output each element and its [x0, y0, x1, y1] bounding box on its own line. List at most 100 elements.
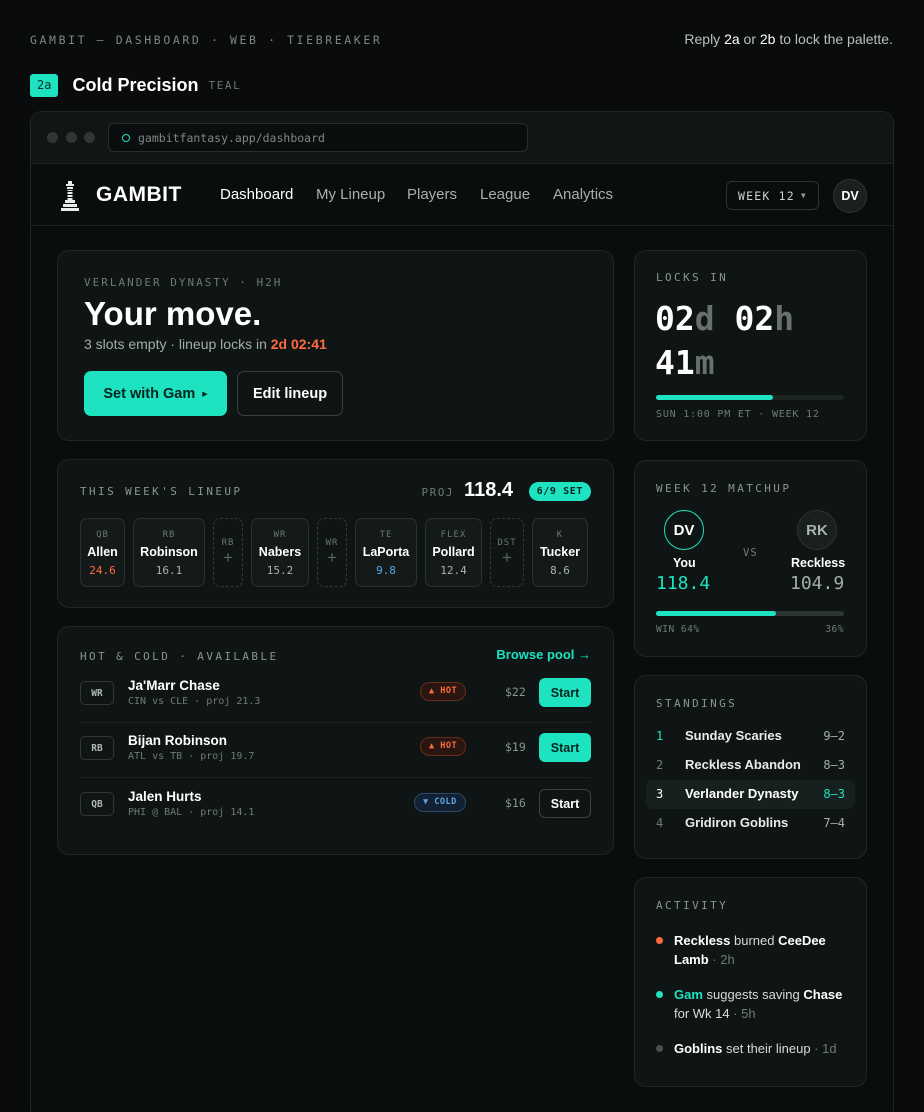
hot-cold-card: HOT & COLD · AVAILABLE Browse pool → WR …: [57, 626, 614, 855]
nav-my-lineup[interactable]: My Lineup: [316, 186, 385, 203]
lineup-slot-te[interactable]: TE LaPorta 9.8: [355, 518, 417, 587]
matchup-card: WEEK 12 MATCHUP DV You 118.4 VS RK Reckl…: [634, 460, 867, 657]
lock-time-footer: SUN 1:00 PM ET · WEEK 12: [656, 409, 820, 420]
player-row[interactable]: RB Bijan Robinson ATL vs TB · proj 19.7 …: [80, 723, 591, 778]
lineup-label: THIS WEEK'S LINEUP: [80, 485, 243, 498]
url-text: gambitfantasy.app/dashboard: [138, 130, 325, 145]
standings-label: STANDINGS: [656, 697, 738, 710]
league-eyebrow: VERLANDER DYNASTY · H2H: [84, 276, 283, 289]
edit-lineup-button[interactable]: Edit lineup: [237, 371, 343, 416]
opponent-score: 104.9: [790, 573, 845, 594]
week-selector[interactable]: WEEK 12 ▼: [726, 181, 819, 210]
player-row[interactable]: WR Ja'Marr Chase CIN vs CLE · proj 21.3 …: [80, 668, 591, 723]
activity-item: Gam suggests saving Chase for Wk 14 · 5h: [656, 985, 846, 1023]
hero-subtitle: 3 slots empty · lineup locks in 2d 02:41: [84, 336, 327, 352]
start-button[interactable]: Start: [539, 733, 591, 762]
player-info: CIN vs CLE · proj 21.3: [128, 696, 261, 707]
hero-card: VERLANDER DYNASTY · H2H Your move. 3 slo…: [57, 250, 614, 441]
player-price: $22: [505, 685, 526, 699]
reply-option-b: 2b: [759, 31, 776, 47]
reply-option-a: 2a: [724, 31, 740, 47]
projection: PROJ 118.4: [421, 479, 513, 501]
lineup-slot-flex[interactable]: FLEX Pollard 12.4: [425, 518, 482, 587]
position-chip: RB: [80, 736, 114, 760]
nav-analytics[interactable]: Analytics: [553, 186, 613, 203]
locks-label: LOCKS IN: [656, 271, 729, 284]
lineup-slots: QB Allen 24.6 RB Robinson 16.1 RB + WR Nabers 1…: [80, 518, 588, 587]
secure-icon: [122, 133, 130, 142]
my-team-name: You: [673, 556, 696, 570]
chess-rook-icon: [61, 181, 79, 211]
lock-progress-fill: [656, 395, 773, 400]
versus-label: VS: [743, 547, 758, 559]
lineup-card: THIS WEEK'S LINEUP PROJ 118.4 6/9 SET QB…: [57, 459, 614, 608]
lineup-slot-rb1[interactable]: RB Robinson 16.1: [133, 518, 205, 587]
app-navbar: GAMBIT Dashboard My Lineup Players Leagu…: [31, 165, 893, 226]
start-button[interactable]: Start: [539, 789, 591, 818]
activity-item: Goblins set their lineup · 1d: [656, 1039, 846, 1058]
browser-frame: gambitfantasy.app/dashboard GAMBIT Dashb…: [30, 111, 894, 1112]
window-close-dot[interactable]: [47, 132, 58, 143]
browse-pool-link[interactable]: Browse pool →: [496, 647, 591, 662]
window-zoom-dot[interactable]: [84, 132, 95, 143]
lock-progress-bar: [656, 395, 844, 400]
option-subtitle: TEAL: [208, 79, 242, 92]
player-name[interactable]: Bijan Robinson: [128, 733, 227, 748]
standings-card: STANDINGS 1 Sunday Scaries 9–2 2 Reckles…: [634, 675, 867, 859]
window-minimize-dot[interactable]: [66, 132, 77, 143]
lineup-slot-rb2-empty[interactable]: RB +: [213, 518, 243, 587]
locks-card: LOCKS IN 02d 02h 41m SUN 1:00 PM ET · WE…: [634, 250, 867, 441]
hot-cold-label: HOT & COLD · AVAILABLE: [80, 650, 279, 663]
standings-row[interactable]: 2 Reckless Abandon 8–3: [646, 751, 855, 780]
url-bar[interactable]: gambitfantasy.app/dashboard: [108, 123, 528, 152]
lineup-slot-k[interactable]: K Tucker 8.6: [532, 518, 588, 587]
win-probability-bar: [656, 611, 844, 616]
player-name[interactable]: Ja'Marr Chase: [128, 678, 220, 693]
lineup-slot-wr1[interactable]: WR Nabers 15.2: [251, 518, 309, 587]
design-breadcrumb: GAMBIT — DASHBOARD · WEB · TIEBREAKER: [30, 33, 383, 47]
player-price: $16: [505, 796, 526, 810]
activity-item: Reckless burned CeeDee Lamb · 2h: [656, 931, 846, 969]
position-chip: WR: [80, 681, 114, 705]
hero-title: Your move.: [84, 295, 262, 332]
opponent-probability-label: 36%: [825, 624, 844, 635]
standings-row-current-team[interactable]: 3 Verlander Dynasty 8–3: [646, 780, 855, 809]
chevron-down-icon: ▼: [800, 191, 807, 200]
start-button[interactable]: Start: [539, 678, 591, 707]
user-avatar[interactable]: DV: [833, 179, 867, 213]
slots-set-badge: 6/9 SET: [528, 482, 591, 501]
add-icon: +: [327, 548, 337, 567]
activity-dot: [656, 1045, 663, 1052]
add-icon: +: [502, 548, 512, 567]
activity-label: ACTIVITY: [656, 899, 729, 912]
win-probability-fill: [656, 611, 777, 616]
standings-row[interactable]: 1 Sunday Scaries 9–2: [646, 722, 855, 751]
option-title: Cold Precision: [72, 75, 199, 95]
standings-row[interactable]: 4 Gridiron Goblins 7–4: [646, 809, 855, 838]
activity-card: ACTIVITY Reckless burned CeeDee Lamb · 2…: [634, 877, 867, 1087]
matchup-label: WEEK 12 MATCHUP: [656, 482, 792, 495]
lineup-slot-wr2-empty[interactable]: WR +: [317, 518, 347, 587]
brand-logo[interactable]: GAMBIT: [96, 183, 182, 207]
cold-badge: ▼ COLD: [414, 793, 466, 812]
nav-league[interactable]: League: [480, 186, 530, 203]
nav-dashboard[interactable]: Dashboard: [220, 186, 293, 203]
lock-timer: 02d 02h 41m: [655, 299, 795, 382]
lock-countdown: 2d 02:41: [270, 336, 327, 352]
set-with-gam-button[interactable]: Set with Gam ▶: [84, 371, 227, 416]
hot-badge: ▲ HOT: [420, 737, 467, 756]
player-name[interactable]: Jalen Hurts: [128, 789, 202, 804]
activity-dot: [656, 991, 663, 998]
my-team-score: 118.4: [656, 573, 711, 594]
lineup-slot-dst-empty[interactable]: DST +: [490, 518, 524, 587]
projection-value: 118.4: [464, 479, 513, 501]
my-team-avatar: DV: [664, 510, 704, 550]
reply-instruction: Reply 2a or 2b to lock the palette.: [684, 31, 893, 47]
play-icon: ▶: [202, 390, 208, 398]
nav-players[interactable]: Players: [407, 186, 457, 203]
position-chip: QB: [80, 792, 114, 816]
player-row[interactable]: QB Jalen Hurts PHI @ BAL · proj 14.1 ▼ C…: [80, 779, 591, 834]
lineup-slot-qb[interactable]: QB Allen 24.6: [80, 518, 125, 587]
player-info: PHI @ BAL · proj 14.1: [128, 807, 255, 818]
opponent-name: Reckless: [791, 556, 846, 570]
